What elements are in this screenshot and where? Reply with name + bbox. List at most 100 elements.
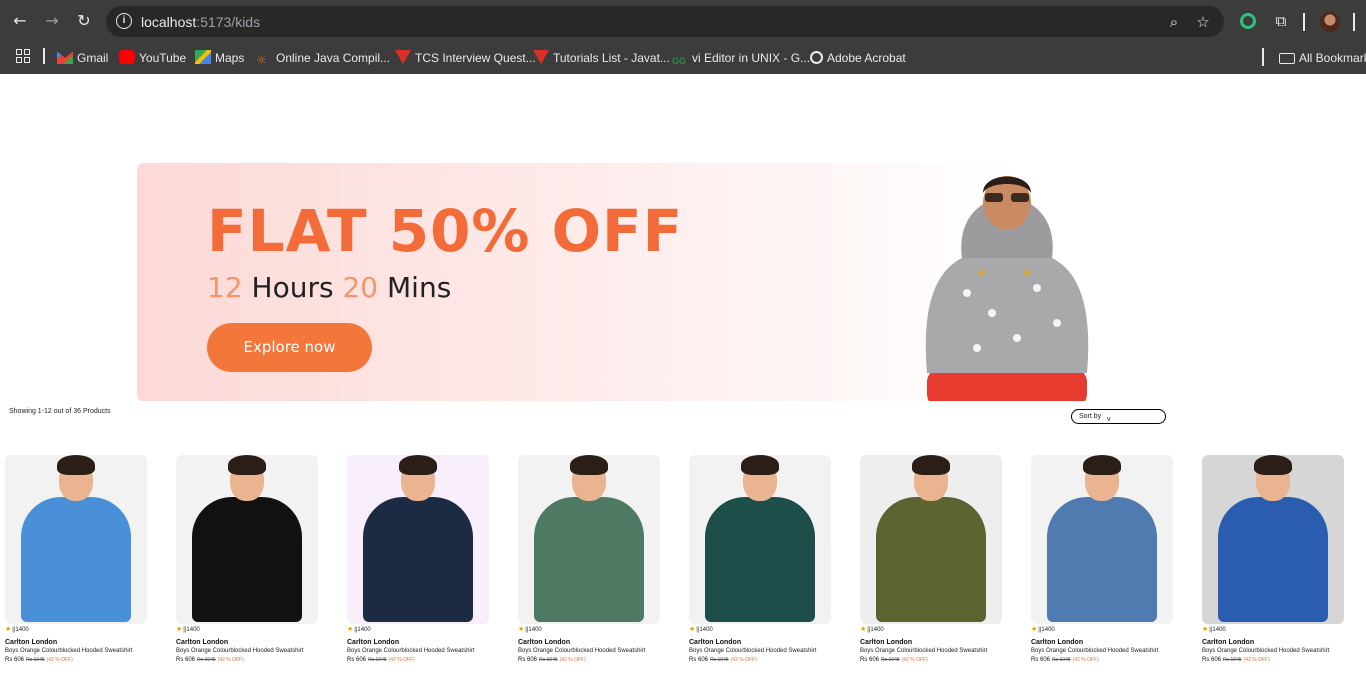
rating-value: ||1400 — [867, 627, 884, 633]
product-image[interactable] — [176, 455, 318, 624]
rating-value: ||1400 — [1209, 627, 1226, 633]
product-garment — [1218, 497, 1328, 622]
url-text[interactable]: localhost:5173/kids — [141, 14, 260, 30]
product-name[interactable]: Boys Orange Colourblocked Hooded Sweatsh… — [347, 648, 489, 654]
product-rating: ★||1400 — [1202, 625, 1344, 635]
rating-value: ||1400 — [696, 627, 713, 633]
sort-by-select[interactable]: Sort by v — [1071, 409, 1166, 424]
product-name[interactable]: Boys Orange Colourblocked Hooded Sweatsh… — [176, 648, 318, 654]
product-brand[interactable]: Carlton London — [176, 639, 318, 646]
rating-value: ||1400 — [12, 627, 29, 633]
product-name[interactable]: Boys Orange Colourblocked Hooded Sweatsh… — [5, 648, 147, 654]
product-brand[interactable]: Carlton London — [1202, 639, 1344, 646]
product-card[interactable]: ★||1400 Carlton London Boys Orange Colourb… — [5, 455, 147, 663]
product-rating: ★||1400 — [689, 625, 831, 635]
price-discount: (42 % OFF) — [217, 657, 244, 663]
countdown-mins: 20 — [342, 271, 379, 304]
toolbar-divider — [1303, 13, 1305, 31]
product-price: Rs 606 Rs 1045 (42 % OFF) — [518, 657, 660, 663]
product-name[interactable]: Boys Orange Colourblocked Hooded Sweatsh… — [518, 648, 660, 654]
product-brand[interactable]: Carlton London — [689, 639, 831, 646]
globe-icon — [810, 51, 823, 64]
price-discount: (42 % OFF) — [559, 657, 586, 663]
price-original: Rs 1045 — [881, 657, 900, 663]
product-name[interactable]: Boys Orange Colourblocked Hooded Sweatsh… — [1031, 648, 1173, 654]
price-original: Rs 1045 — [539, 657, 558, 663]
back-arrow-icon[interactable]: ← — [9, 10, 31, 32]
bookmarks-bar: Gmail YouTube Maps ☼ Online Java Compil..… — [0, 42, 1366, 74]
product-brand[interactable]: Carlton London — [347, 639, 489, 646]
product-card[interactable]: ★||1400 Carlton London Boys Orange Colourb… — [1202, 455, 1344, 663]
product-image[interactable] — [518, 455, 660, 624]
product-model-figure — [1202, 455, 1344, 624]
product-card[interactable]: ★||1400 Carlton London Boys Orange Colourb… — [689, 455, 831, 663]
product-grid: ★||1400 Carlton London Boys Orange Colourb… — [5, 455, 1366, 685]
product-brand[interactable]: Carlton London — [5, 639, 147, 646]
star-icon: ★ — [5, 626, 12, 633]
star-icon: ★ — [1202, 626, 1209, 633]
bookmark-java-compiler[interactable]: ☼ Online Java Compil... — [256, 49, 390, 67]
bookmark-youtube[interactable]: YouTube — [119, 49, 186, 67]
product-card[interactable]: ★||1400 Carlton London Boys Orange Colourb… — [1031, 455, 1173, 663]
product-image[interactable] — [860, 455, 1002, 624]
site-info-icon[interactable]: i — [116, 13, 132, 29]
star-icon: ★ — [176, 626, 183, 633]
bookmark-tcs-interview[interactable]: TCS Interview Quest... — [395, 49, 536, 67]
rating-value: ||1400 — [354, 627, 371, 633]
product-card[interactable]: ★||1400 Carlton London Boys Orange Colourb… — [518, 455, 660, 663]
product-brand[interactable]: Carlton London — [1031, 639, 1173, 646]
profile-avatar[interactable] — [1320, 12, 1340, 32]
bookmark-star-icon[interactable]: ☆ — [1193, 12, 1213, 32]
product-card[interactable]: ★||1400 Carlton London Boys Orange Colourb… — [860, 455, 1002, 663]
product-model-figure — [518, 455, 660, 624]
bookmark-gmail[interactable]: Gmail — [57, 49, 108, 67]
product-name[interactable]: Boys Orange Colourblocked Hooded Sweatsh… — [860, 648, 1002, 654]
banner-countdown: 12 Hours 20 Mins — [207, 271, 451, 304]
product-image[interactable] — [1202, 455, 1344, 624]
model-hair — [570, 455, 608, 475]
rating-value: ||1400 — [1038, 627, 1055, 633]
extension-circle-icon[interactable] — [1240, 13, 1256, 29]
toolbar-divider — [1353, 13, 1355, 31]
product-card[interactable]: ★||1400 Carlton London Boys Orange Colourb… — [176, 455, 318, 663]
address-bar[interactable]: i localhost:5173/kids ⌕ ☆ — [106, 6, 1224, 37]
product-model-figure — [176, 455, 318, 624]
product-garment — [705, 497, 815, 622]
product-image[interactable] — [5, 455, 147, 624]
product-brand[interactable]: Carlton London — [518, 639, 660, 646]
banner-title: FLAT 50% OFF — [207, 197, 684, 265]
product-name[interactable]: Boys Orange Colourblocked Hooded Sweatsh… — [689, 648, 831, 654]
results-count: Showing 1-12 out of 36 Products — [9, 408, 111, 415]
javatpoint-icon — [395, 50, 411, 64]
product-image[interactable] — [689, 455, 831, 624]
product-price: Rs 606 Rs 1045 (42 % OFF) — [860, 657, 1002, 663]
forward-arrow-icon[interactable]: → — [41, 10, 63, 32]
all-bookmarks[interactable]: All Bookmarks — [1279, 49, 1366, 67]
browser-chrome: ← → ↻ i localhost:5173/kids ⌕ ☆ ⧉ Gmail … — [0, 0, 1366, 74]
browser-toolbar: ← → ↻ i localhost:5173/kids ⌕ ☆ ⧉ — [0, 0, 1366, 42]
product-rating: ★||1400 — [1031, 625, 1173, 635]
extensions-puzzle-icon[interactable]: ⧉ — [1271, 11, 1291, 31]
maps-icon — [195, 50, 211, 64]
explore-now-button[interactable]: Explore now — [207, 323, 372, 372]
zoom-icon[interactable]: ⌕ — [1164, 12, 1184, 32]
product-price: Rs 606 Rs 1045 (42 % OFF) — [1031, 657, 1173, 663]
bookmark-vi-editor[interactable]: GG vi Editor in UNIX - G... — [672, 49, 810, 67]
bookmark-tutorials-list[interactable]: Tutorials List - Javat... — [533, 49, 670, 67]
product-brand[interactable]: Carlton London — [860, 639, 1002, 646]
product-name[interactable]: Boys Orange Colourblocked Hooded Sweatsh… — [1202, 648, 1344, 654]
price-original: Rs 1045 — [26, 657, 45, 663]
star-icon: ★ — [1031, 626, 1038, 633]
bookmark-maps[interactable]: Maps — [195, 49, 244, 67]
reload-icon[interactable]: ↻ — [73, 10, 95, 32]
product-image[interactable] — [1031, 455, 1173, 624]
price-original: Rs 1045 — [1223, 657, 1242, 663]
product-image[interactable] — [347, 455, 489, 624]
price-current: Rs 606 — [5, 657, 25, 663]
product-rating: ★||1400 — [347, 625, 489, 635]
price-current: Rs 606 — [860, 657, 880, 663]
product-card[interactable]: ★||1400 Carlton London Boys Orange Colourb… — [347, 455, 489, 663]
rating-value: ||1400 — [183, 627, 200, 633]
bookmark-adobe-acrobat[interactable]: Adobe Acrobat — [810, 49, 906, 67]
sort-by-label: Sort by — [1079, 413, 1102, 420]
